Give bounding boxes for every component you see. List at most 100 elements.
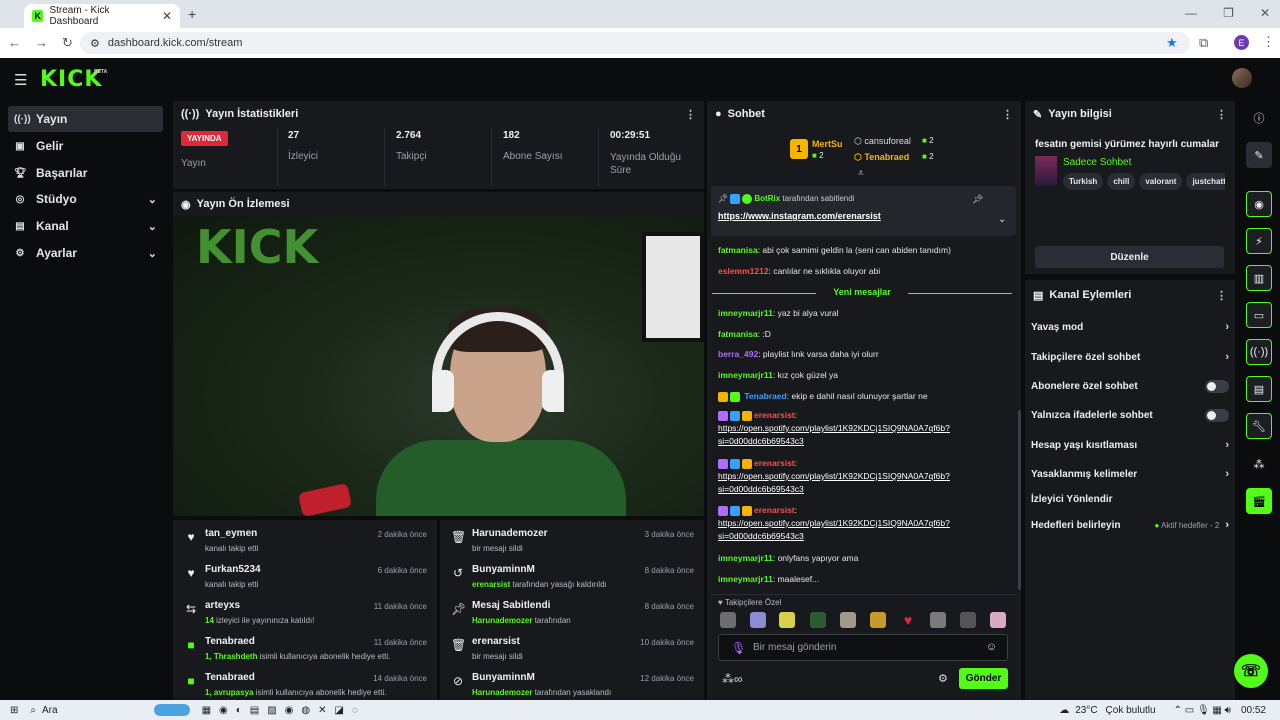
emote[interactable]	[750, 612, 766, 628]
taskbar-apps[interactable]: ▦◉◐▤▨◉◍✕◪◌	[202, 705, 366, 716]
extensions-icon[interactable]: ⧉	[1199, 35, 1208, 51]
feed-item[interactable]: ↺ BunyaminnM erenarsist tarafından yasağı …	[440, 558, 704, 592]
banned-words-row[interactable]: Yasaklanmış kelimeler ›	[1031, 468, 1229, 480]
more-icon[interactable]: ⋮	[685, 108, 696, 121]
clapper-icon[interactable]: 🎬︎	[1246, 488, 1272, 514]
feed-item[interactable]: ■ Tenabraed 1, Thrashdeth isimli kullanıcı…	[173, 630, 437, 664]
gifter-row[interactable]: ⬡ cansuforeal	[854, 136, 911, 147]
tray-icons[interactable]: ⌃ ▭ 🎙︎ ▦ 🔊︎	[1174, 705, 1231, 716]
menu-icon[interactable]: ☰	[14, 71, 27, 89]
browser-menu-icon[interactable]: ⋮	[1262, 34, 1275, 50]
more-icon[interactable]: ⋮	[1216, 289, 1227, 302]
feed-item[interactable]: ■ Tenabraed 1, avrupasya isimli kullanıcıy…	[173, 666, 437, 700]
wrench-icon[interactable]: 🔧︎	[1246, 413, 1272, 439]
host-channel-row[interactable]: İzleyici Yönlendir	[1031, 494, 1229, 505]
close-tab-icon[interactable]: ✕	[162, 9, 172, 23]
taskbar-widget-icon[interactable]	[153, 704, 190, 716]
chat-message[interactable]: fatmanisa: abi çok samimi geldin la (sen…	[718, 244, 1008, 257]
heart-emote-icon[interactable]: ♥	[900, 612, 916, 628]
goals-row[interactable]: Hedefleri belirleyin ● Aktif hedefler - 2…	[1031, 519, 1229, 531]
chat-message[interactable]: Tenabraed: ekip e dahil nasıl olunuyor ş…	[718, 390, 1008, 403]
emote[interactable]	[779, 612, 795, 628]
windows-start-icon[interactable]: ⊞	[10, 705, 18, 716]
gifter-row[interactable]: ⬡ Tenabraed	[854, 152, 909, 163]
back-icon[interactable]: ←	[8, 35, 21, 51]
edit-button[interactable]: Düzenle	[1035, 246, 1224, 268]
chat-icon[interactable]: ▭	[1246, 302, 1272, 328]
layout-icon[interactable]: ▤	[1246, 376, 1272, 402]
support-chat-icon[interactable]: ☏	[1234, 654, 1268, 688]
emote[interactable]	[810, 612, 826, 628]
taskbar-search-icon[interactable]: ⌕	[30, 705, 36, 716]
category-name[interactable]: Sadece Sohbet	[1063, 157, 1131, 168]
chat-message[interactable]: fatmanisa: :D	[718, 328, 1008, 341]
sidebar-item-gelir[interactable]: ▣ Gelir	[8, 133, 163, 159]
chat-message[interactable]: imneymarjr11: maalesef...	[718, 573, 1008, 586]
emote[interactable]	[990, 612, 1006, 628]
preview-icon[interactable]: ◉	[1246, 191, 1272, 217]
sidebar-item-kanal[interactable]: ▤ Kanal ⌄	[8, 213, 163, 239]
sidebar-item-basarilar[interactable]: 🏆︎ Başarılar	[8, 160, 163, 186]
info-icon[interactable]: ⓘ	[1246, 105, 1272, 131]
send-button[interactable]: Gönder	[959, 668, 1008, 689]
feed-item[interactable]: ⇆ arteyxs 14 izleyici ile yayınınıza katıl…	[173, 594, 437, 628]
emote[interactable]	[930, 612, 946, 628]
chat-message[interactable]: erenarsist: https://open.spotify.com/play…	[718, 504, 1008, 542]
account-age-row[interactable]: Hesap yaşı kısıtlaması ›	[1031, 439, 1229, 451]
pencil-icon[interactable]: ✎	[1246, 142, 1272, 168]
new-tab-icon[interactable]: +	[188, 6, 196, 22]
chat-message[interactable]: imneymarjr11: kız çok güzel ya	[718, 369, 1008, 382]
forward-icon[interactable]: →	[35, 35, 48, 51]
emote[interactable]	[960, 612, 976, 628]
document-icon[interactable]: ▥	[1246, 265, 1272, 291]
reload-icon[interactable]: ↻	[62, 35, 73, 51]
lightning-icon[interactable]: ⚡︎	[1246, 228, 1272, 254]
chat-input[interactable]: 🎙︎ Bir mesaj gönderin ☺	[718, 634, 1008, 661]
chat-settings-icon[interactable]: ⚙	[938, 672, 948, 685]
followers-only-row[interactable]: Takipçilere özel sohbet ›	[1031, 351, 1229, 363]
points-icon[interactable]: ⁂∞	[722, 672, 743, 686]
top-gifter-name[interactable]: MertSu	[812, 139, 843, 149]
broadcast-icon[interactable]: ((·))	[1246, 339, 1272, 365]
chevron-down-icon[interactable]: ⌄	[998, 214, 1006, 225]
feed-item[interactable]: ♥ Furkan5234 kanalı takip etti 6 dakika önc…	[173, 558, 437, 592]
feed-item[interactable]: 🗑︎ Harunademozer bir mesajı sildi 3 dakika …	[440, 522, 704, 556]
browser-tab[interactable]: K Stream - Kick Dashboard ✕	[24, 4, 180, 28]
apps-icon[interactable]: ⁂	[1246, 451, 1272, 477]
taskbar-search[interactable]: Ara	[42, 705, 58, 716]
sidebar-item-studyo[interactable]: ◎ Stüdyo ⌄	[8, 186, 163, 212]
sidebar-item-yayin[interactable]: ((·)) Yayın	[8, 106, 163, 132]
emotes-only-toggle[interactable]	[1205, 409, 1229, 422]
chat-message[interactable]: erenarsist: https://open.spotify.com/play…	[718, 457, 1008, 495]
chat-message[interactable]: eslemm1212: canlılar ne sıklıkla oluyor …	[718, 265, 1008, 278]
emote[interactable]	[840, 612, 856, 628]
chat-message[interactable]: imneymarjr11: onlyfans yapıyor ama	[718, 552, 1008, 565]
emote[interactable]	[870, 612, 886, 628]
profile-avatar[interactable]: E	[1234, 35, 1249, 50]
user-avatar[interactable]	[1232, 68, 1252, 88]
more-icon[interactable]: ⋮	[1216, 108, 1227, 121]
more-icon[interactable]: ⋮	[1002, 108, 1013, 121]
sidebar-item-ayarlar[interactable]: ⚙ Ayarlar ⌄	[8, 240, 163, 266]
unpin-icon[interactable]: 📌︎	[972, 194, 983, 205]
feed-item[interactable]: 🗑︎ erenarsist bir mesajı sildi 10 dakika ön…	[440, 630, 704, 664]
site-info-icon[interactable]: ⚙	[90, 37, 100, 50]
emote[interactable]	[720, 612, 736, 628]
pinned-link[interactable]: https://www.instagram.com/erenarsist	[718, 211, 881, 221]
feed-item[interactable]: 📌︎ Mesaj Sabitlendi Harunademozer tarafınd…	[440, 594, 704, 628]
chat-message[interactable]: berra_492: playlist lınk varsa daha iyi …	[718, 348, 1008, 361]
bookmark-star-icon[interactable]: ★	[1166, 35, 1178, 51]
address-bar[interactable]: ⚙ dashboard.kick.com/stream	[80, 32, 1190, 54]
subscribers-only-toggle[interactable]	[1205, 380, 1229, 393]
chat-message[interactable]: erenarsist: https://open.spotify.com/play…	[718, 409, 1008, 447]
collapse-icon[interactable]: ⩡	[858, 168, 864, 179]
minimize-icon[interactable]: —	[1185, 6, 1197, 20]
feed-item[interactable]: ♥ tan_eymen kanalı takip etti 2 dakika önce	[173, 522, 437, 556]
restore-icon[interactable]: ❐	[1223, 6, 1234, 20]
slow-mode-row[interactable]: Yavaş mod ›	[1031, 321, 1229, 333]
emoji-icon[interactable]: ☺	[986, 641, 997, 653]
feed-item[interactable]: ⊘ BunyaminnM Harunademozer tarafından yasa…	[440, 666, 704, 700]
chat-scrollbar[interactable]	[1018, 410, 1021, 590]
chat-message[interactable]: imneymarjr11: yaz bi alya vural	[718, 307, 1008, 320]
close-window-icon[interactable]: ✕	[1260, 6, 1270, 20]
